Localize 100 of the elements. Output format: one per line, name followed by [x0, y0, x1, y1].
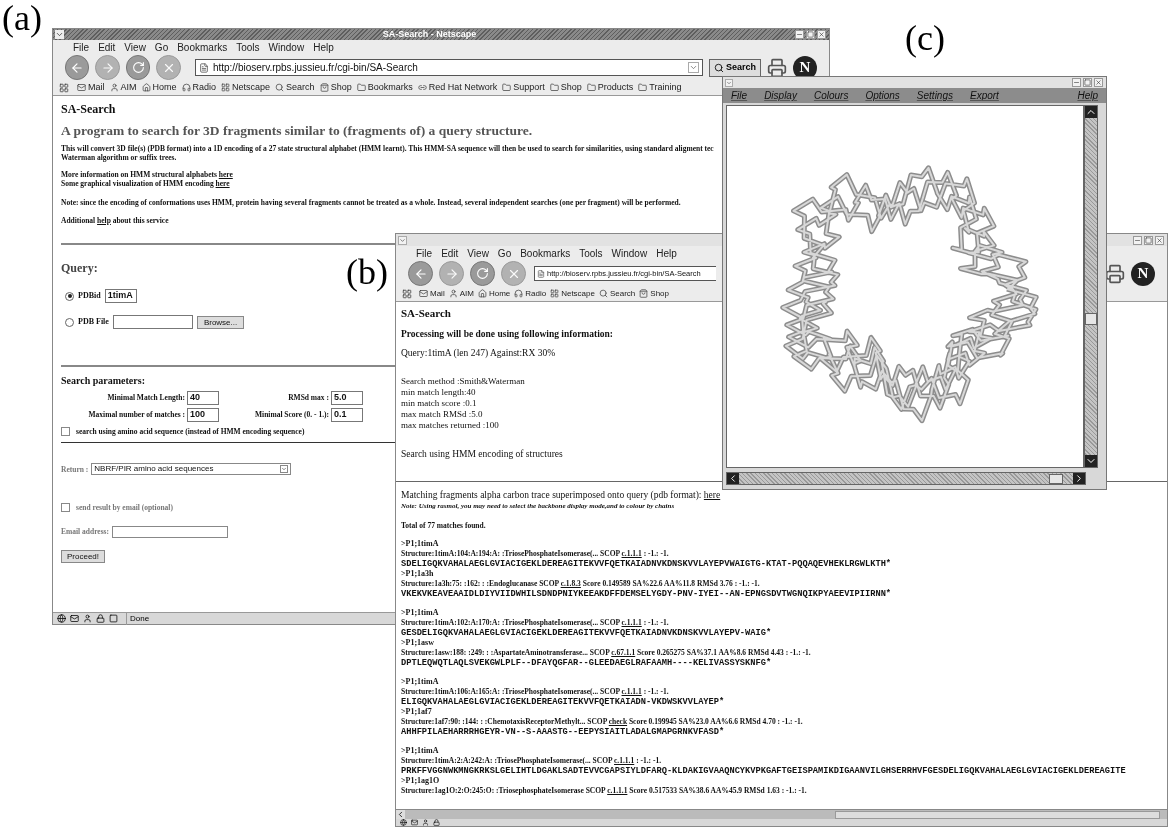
- scroll-up-icon[interactable]: [1085, 106, 1097, 118]
- vertical-scrollbar[interactable]: [1084, 105, 1098, 468]
- person-icon[interactable]: [83, 614, 92, 623]
- horizontal-scrollbar[interactable]: [726, 472, 1086, 485]
- bookmark-link[interactable]: Search: [598, 287, 636, 300]
- minimize-icon[interactable]: [795, 30, 804, 39]
- radio-button[interactable]: [65, 317, 74, 327]
- tab-icon[interactable]: [402, 288, 412, 299]
- here-link[interactable]: here: [703, 490, 721, 500]
- mail-icon[interactable]: [411, 819, 418, 826]
- reload-button[interactable]: [470, 261, 495, 286]
- bookmark-link[interactable]: Search: [275, 80, 315, 95]
- maximize-icon[interactable]: [806, 30, 815, 39]
- scroll-right-icon[interactable]: [1073, 473, 1085, 484]
- checkbox[interactable]: [61, 503, 70, 513]
- menu-item[interactable]: Bookmarks: [520, 246, 571, 261]
- bookmark-link[interactable]: Shop: [639, 287, 669, 300]
- close-icon[interactable]: [817, 30, 826, 39]
- file-path-field[interactable]: [112, 315, 193, 329]
- bookmark-link[interactable]: Netscape: [221, 80, 271, 95]
- close-icon[interactable]: [1155, 235, 1164, 245]
- scrollbar-thumb[interactable]: [1049, 473, 1063, 484]
- menu-item[interactable]: Help: [313, 40, 334, 55]
- scrollbar-thumb[interactable]: [1085, 313, 1097, 325]
- browse-button[interactable]: Browse...: [196, 315, 245, 329]
- reload-button[interactable]: [125, 55, 151, 80]
- menu-item[interactable]: View: [467, 246, 489, 261]
- close-icon[interactable]: [1094, 78, 1103, 87]
- mail-icon[interactable]: [70, 614, 79, 623]
- bookmark-link[interactable]: Mail: [77, 80, 105, 95]
- bookmark-link[interactable]: Radio: [514, 287, 547, 300]
- bookmark-link[interactable]: Netscape: [550, 287, 595, 300]
- bookmark-link[interactable]: Products: [586, 80, 634, 95]
- menu-item[interactable]: Window: [268, 40, 305, 55]
- square-icon[interactable]: [109, 614, 118, 623]
- menu-item[interactable]: Display: [764, 88, 797, 103]
- menu-item[interactable]: File: [73, 40, 90, 55]
- forward-button[interactable]: [439, 261, 464, 286]
- stop-button[interactable]: [501, 261, 526, 286]
- bookmark-link[interactable]: Training: [638, 80, 682, 95]
- bookmark-link[interactable]: AIM: [448, 287, 474, 300]
- menu-item[interactable]: Go: [497, 246, 512, 261]
- window-menu-icon[interactable]: [725, 78, 733, 87]
- minimize-icon[interactable]: [1133, 235, 1142, 245]
- person-icon[interactable]: [422, 819, 429, 826]
- stop-button[interactable]: [156, 55, 181, 80]
- menu-item[interactable]: Export: [970, 88, 999, 103]
- bookmark-link[interactable]: AIM: [109, 80, 137, 95]
- tab-icon[interactable]: [59, 82, 69, 93]
- menu-item[interactable]: Options: [865, 88, 900, 103]
- bookmark-link[interactable]: Radio: [181, 80, 217, 95]
- menu-item[interactable]: Edit: [441, 246, 459, 261]
- menu-item[interactable]: Edit: [98, 40, 116, 55]
- globe-icon[interactable]: [57, 614, 66, 623]
- forward-button[interactable]: [95, 55, 120, 80]
- url-field[interactable]: http://bioserv.rpbs.jussieu.fr/cgi-bin/SA-Search: [194, 59, 703, 76]
- search-button[interactable]: Search: [709, 58, 761, 77]
- return-dropdown[interactable]: NBRF/PIR amino acid sequences: [91, 463, 292, 476]
- menu-item[interactable]: Go: [154, 40, 169, 55]
- lock-icon[interactable]: [96, 614, 105, 623]
- parameter-field[interactable]: 100: [187, 408, 219, 422]
- minimize-icon[interactable]: [1072, 78, 1081, 87]
- bookmark-link[interactable]: Shop: [319, 80, 352, 95]
- pdb-id-field[interactable]: 1timA: [104, 289, 137, 303]
- parameter-field[interactable]: 40: [187, 391, 219, 405]
- back-button[interactable]: [408, 261, 433, 286]
- bookmark-link[interactable]: Mail: [419, 287, 445, 300]
- checkbox[interactable]: [61, 427, 70, 437]
- dropdown-icon[interactable]: [688, 62, 699, 73]
- print-icon[interactable]: [1105, 263, 1125, 284]
- menu-item[interactable]: Help: [656, 246, 677, 261]
- lock-icon[interactable]: [433, 819, 440, 826]
- maximize-icon[interactable]: [1144, 235, 1153, 245]
- scrollbar-thumb[interactable]: [835, 810, 1160, 819]
- menu-item[interactable]: Window: [611, 246, 648, 261]
- bookmark-link[interactable]: Home: [477, 287, 511, 300]
- menu-item[interactable]: Help: [1077, 88, 1098, 103]
- menu-item[interactable]: Tools: [236, 40, 260, 55]
- bookmark-link[interactable]: Support: [502, 80, 545, 95]
- menu-item[interactable]: Settings: [916, 88, 953, 103]
- bookmark-link[interactable]: Home: [141, 80, 177, 95]
- menu-item[interactable]: Tools: [579, 246, 603, 261]
- bookmark-link[interactable]: Red Hat Network: [417, 80, 498, 95]
- horizontal-scrollbar[interactable]: [396, 809, 1167, 819]
- parameter-field[interactable]: 5.0: [331, 391, 363, 405]
- scroll-down-icon[interactable]: [1085, 455, 1097, 467]
- print-icon[interactable]: [767, 57, 787, 78]
- proceed-button[interactable]: Proceed!: [61, 549, 106, 563]
- parameter-field[interactable]: 0.1: [331, 408, 363, 422]
- back-button[interactable]: [65, 55, 90, 80]
- bookmark-link[interactable]: Shop: [549, 80, 582, 95]
- globe-icon[interactable]: [400, 819, 407, 826]
- window-menu-icon[interactable]: [398, 235, 407, 245]
- bookmark-link[interactable]: Bookmarks: [356, 80, 413, 95]
- menu-item[interactable]: File: [731, 88, 748, 103]
- menu-item[interactable]: Colours: [813, 88, 849, 103]
- menu-item[interactable]: File: [416, 246, 433, 261]
- radio-button[interactable]: [65, 291, 74, 301]
- scroll-left-icon[interactable]: [396, 810, 405, 819]
- email-field[interactable]: [112, 525, 228, 538]
